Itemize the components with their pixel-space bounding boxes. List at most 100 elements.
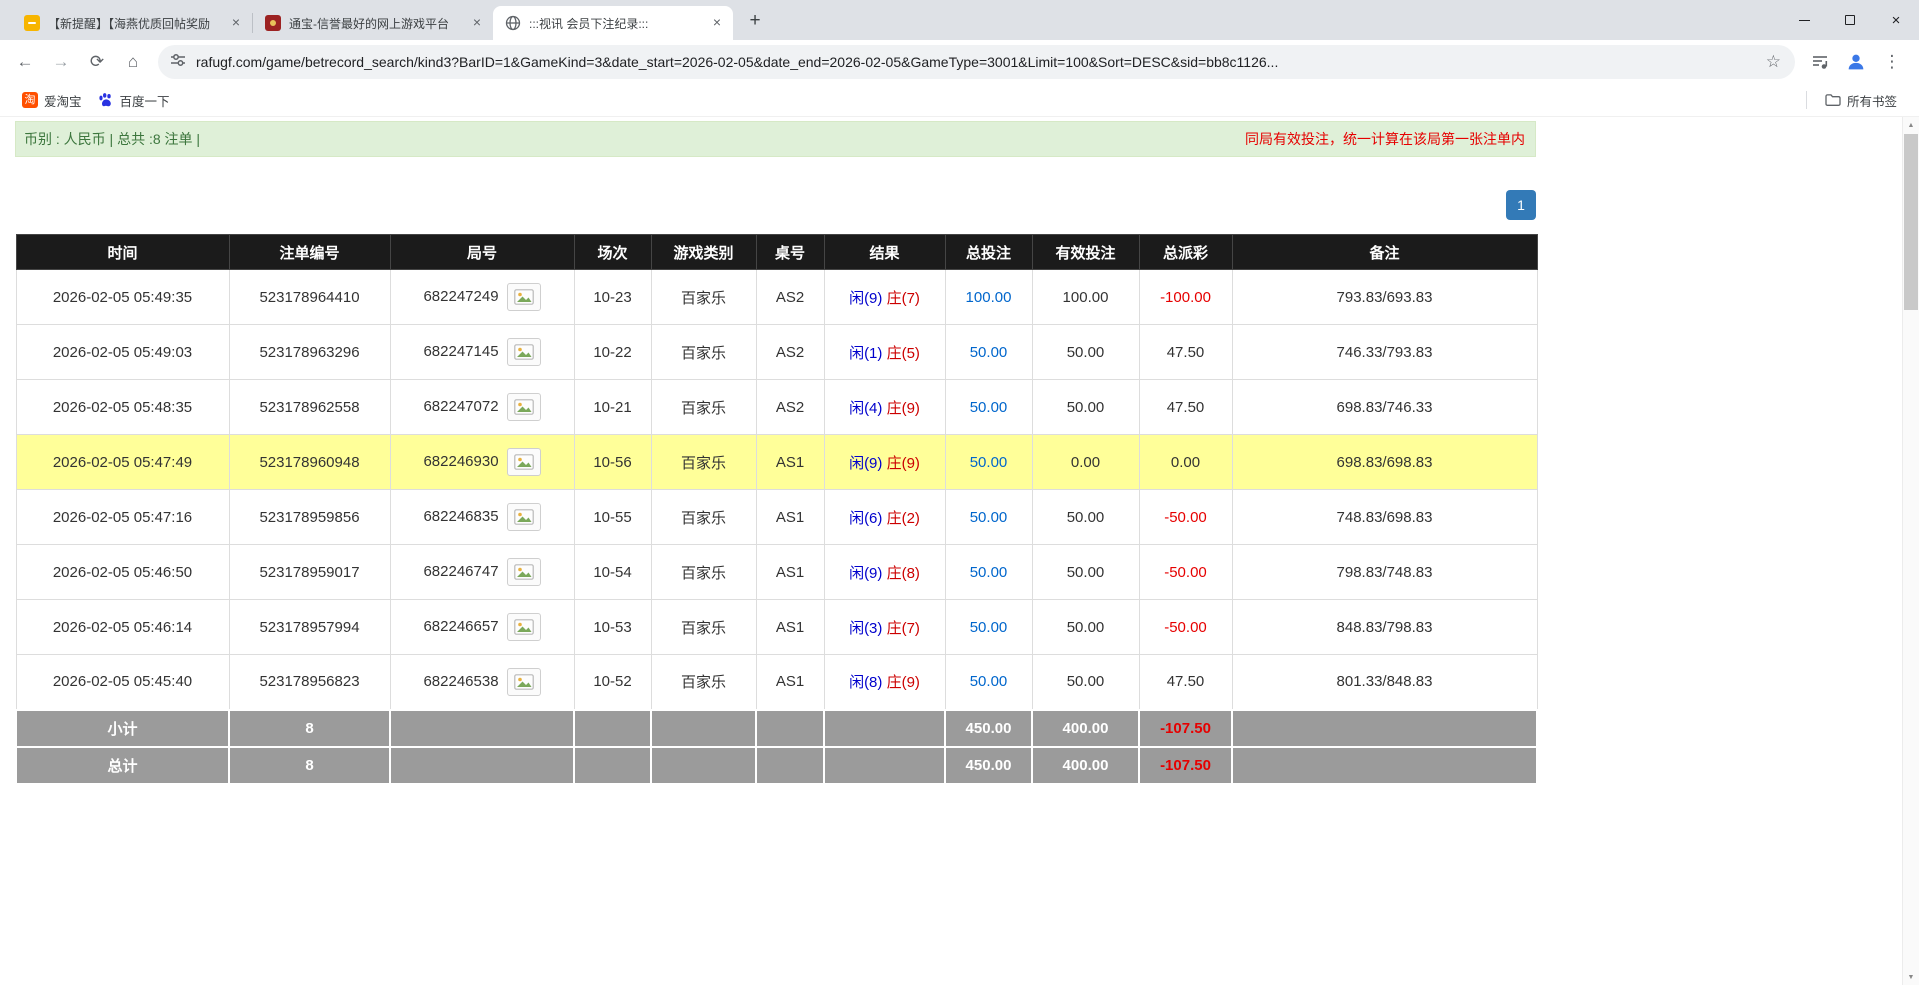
cell-result: 闲(3) 庄(7) [823,599,946,655]
round-snapshot-button[interactable] [506,613,541,641]
col-header-result: 结果 [823,234,946,270]
subtotal-payout: -107.50 [1138,708,1233,748]
col-header-valid-bet: 有效投注 [1031,234,1140,270]
tabs-strip: 【新提醒】【海燕优质回帖奖励 × 通宝-信誉最好的网上游戏平台 × :::视讯 … [0,0,769,40]
cell-remark: 746.33/793.83 [1231,324,1538,380]
cell-time: 2026-02-05 05:47:49 [15,434,230,490]
maximize-button[interactable] [1827,0,1873,40]
browser-toolbar: ← → ⟳ ⌂ rafugf.com/game/betrecord_search… [0,40,1919,84]
round-snapshot-button[interactable] [506,283,541,311]
cell-payout: -50.00 [1138,489,1233,545]
cell-valid-bet: 100.00 [1031,269,1140,325]
cell-table-no: AS1 [755,599,825,655]
round-snapshot-button[interactable] [506,667,541,696]
site-settings-icon[interactable] [170,52,186,73]
tab-title: 通宝-信誉最好的网上游戏平台 [289,16,449,31]
total-bet-link[interactable]: 50.00 [970,619,1008,636]
table-row: 2026-02-05 05:47:49 523178960948 6822469… [15,434,1538,490]
reload-button[interactable]: ⟳ [80,45,114,79]
cell-bet-id: 523178963296 [228,324,391,380]
table-row: 2026-02-05 05:47:16 523178959856 6822468… [15,489,1538,545]
minimize-button[interactable] [1781,0,1827,40]
cell-bet-id: 523178957994 [228,599,391,655]
cell-total-bet: 50.00 [944,654,1033,710]
tab-tongbao[interactable]: 通宝-信誉最好的网上游戏平台 × [253,6,493,40]
cell-game-type: 百家乐 [650,269,757,325]
cell-session: 10-22 [573,324,652,380]
cell-valid-bet: 50.00 [1031,599,1140,655]
total-bet-link[interactable]: 50.00 [970,564,1008,581]
cell-valid-bet: 50.00 [1031,544,1140,600]
cell-payout: 47.50 [1138,379,1233,435]
total-bet-link[interactable]: 50.00 [970,509,1008,526]
total-bet-link[interactable]: 50.00 [970,344,1008,361]
cell-table-no: AS1 [755,489,825,545]
cell-total-bet: 50.00 [944,544,1033,600]
new-tab-button[interactable]: + [741,7,769,35]
result-banker: 庄(5) [886,344,920,362]
cell-payout: 0.00 [1138,434,1233,490]
tab-close-icon[interactable]: × [709,15,725,31]
total-bet-link[interactable]: 50.00 [970,399,1008,416]
table-row: 2026-02-05 05:46:50 523178959017 6822467… [15,544,1538,600]
all-bookmarks-button[interactable]: 所有书签 [1817,87,1905,114]
address-bar[interactable]: rafugf.com/game/betrecord_search/kind3?B… [158,45,1795,79]
cell-session: 10-55 [573,489,652,545]
total-bet-link[interactable]: 50.00 [970,673,1008,690]
subtotal-total-bet: 450.00 [944,708,1033,748]
total-payout: -107.50 [1138,745,1233,785]
bookmark-aitaobao[interactable]: 淘 爱淘宝 [14,87,90,114]
bookmark-baidu[interactable]: 百度一下 [90,87,178,114]
tab-bet-records[interactable]: :::视讯 会员下注纪录::: × [493,6,733,40]
tab-close-icon[interactable]: × [469,15,485,31]
bet-records-table: 时间 注单编号 局号 场次 游戏类别 桌号 结果 总投注 有效投注 总派彩 备注… [15,234,1538,785]
round-snapshot-button[interactable] [506,338,541,366]
bet-table-body: 2026-02-05 05:49:35 523178964410 6822472… [15,269,1538,710]
cell-session: 10-53 [573,599,652,655]
round-snapshot-button[interactable] [506,558,541,586]
media-controls-icon[interactable] [1803,45,1837,79]
cell-remark: 698.83/746.33 [1231,379,1538,435]
cell-round: 682246747 [389,544,575,600]
scrollbar[interactable]: ▲ ▼ [1902,117,1919,985]
cell-result: 闲(1) 庄(5) [823,324,946,380]
bookmark-label: 百度一下 [119,94,170,109]
cell-payout: -100.00 [1138,269,1233,325]
cell-time: 2026-02-05 05:46:14 [15,599,230,655]
tab-forum[interactable]: 【新提醒】【海燕优质回帖奖励 × [12,6,252,40]
scrollbar-down-icon[interactable]: ▼ [1903,969,1919,985]
scrollbar-up-icon[interactable]: ▲ [1903,117,1919,133]
bookmark-star-icon[interactable]: ☆ [1760,52,1787,72]
round-snapshot-button[interactable] [506,503,541,531]
scrollbar-thumb[interactable] [1904,134,1918,310]
tab-close-icon[interactable]: × [228,15,244,31]
forward-button[interactable]: → [44,45,78,79]
total-bet-link[interactable]: 100.00 [966,289,1012,306]
result-player: 闲(1) [849,344,883,362]
cell-game-type: 百家乐 [650,489,757,545]
cell-time: 2026-02-05 05:46:50 [15,544,230,600]
table-header-row: 时间 注单编号 局号 场次 游戏类别 桌号 结果 总投注 有效投注 总派彩 备注 [15,234,1538,270]
subtotal-row: 小计 8 450.00 400.00 -107.50 [15,708,1538,748]
profile-avatar-icon[interactable] [1839,45,1873,79]
cell-bet-id: 523178964410 [228,269,391,325]
table-row: 2026-02-05 05:49:03 523178963296 6822471… [15,324,1538,380]
page-1-button[interactable]: 1 [1506,190,1536,220]
result-player: 闲(3) [849,619,883,637]
pagination: 1 [15,190,1536,220]
minimize-icon [1798,19,1810,21]
table-row: 2026-02-05 05:46:14 523178957994 6822466… [15,599,1538,655]
back-button[interactable]: ← [8,45,42,79]
round-snapshot-button[interactable] [506,393,541,421]
col-header-table-no: 桌号 [755,234,825,270]
round-snapshot-button[interactable] [506,448,541,476]
subtotal-valid-bet: 400.00 [1031,708,1140,748]
result-banker: 庄(7) [886,289,920,307]
result-banker: 庄(9) [886,674,920,692]
close-button[interactable]: × [1873,0,1919,40]
cell-payout: -50.00 [1138,544,1233,600]
summary-bar: 币别 : 人民币 | 总共 :8 注单 | 同局有效投注，统一计算在该局第一张注… [15,121,1536,157]
menu-icon[interactable]: ⋮ [1875,45,1909,79]
home-button[interactable]: ⌂ [116,45,150,79]
total-bet-link[interactable]: 50.00 [970,454,1008,471]
